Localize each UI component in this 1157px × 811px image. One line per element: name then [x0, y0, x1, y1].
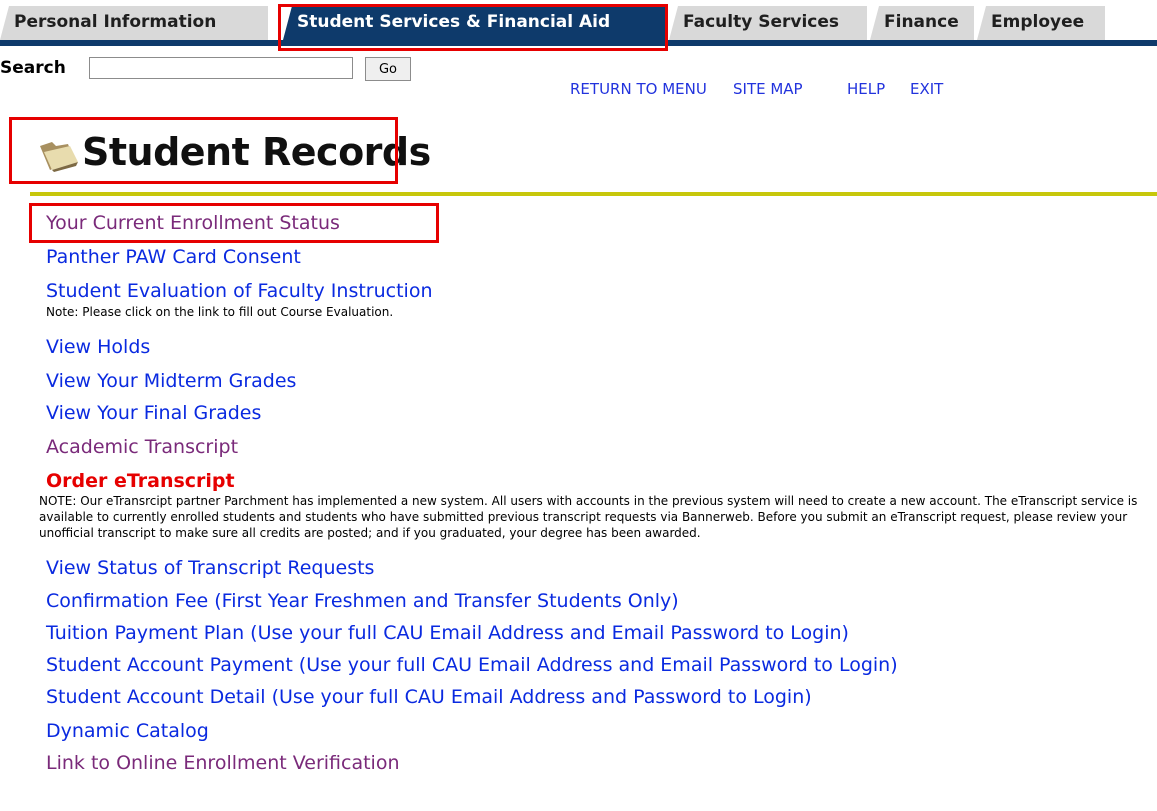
academic-transcript-link[interactable]: Academic Transcript [46, 436, 238, 458]
student-account-detail-link[interactable]: Student Account Detail (Use your full CA… [46, 686, 812, 708]
faculty-evaluation-link[interactable]: Student Evaluation of Faculty Instructio… [46, 280, 433, 302]
enrollment-status-link[interactable]: Your Current Enrollment Status [46, 212, 340, 234]
midterm-grades-link[interactable]: View Your Midterm Grades [46, 370, 296, 392]
page-title: Student Records [82, 130, 431, 174]
final-grades-link[interactable]: View Your Final Grades [46, 402, 261, 424]
confirmation-fee-link[interactable]: Confirmation Fee (First Year Freshmen an… [46, 590, 679, 612]
tuition-payment-plan-link[interactable]: Tuition Payment Plan (Use your full CAU … [46, 622, 849, 644]
view-holds-link[interactable]: View Holds [46, 336, 150, 358]
return-to-menu-link[interactable]: RETURN TO MENU [570, 80, 707, 98]
dynamic-catalog-link[interactable]: Dynamic Catalog [46, 720, 209, 742]
search-input[interactable] [89, 57, 353, 79]
tab-employee[interactable]: Employee [977, 6, 1105, 40]
evaluation-note: Note: Please click on the link to fill o… [46, 305, 394, 319]
tab-bar: Personal Information Student Services & … [0, 6, 1157, 46]
tab-faculty-services[interactable]: Faculty Services [669, 6, 867, 40]
etranscript-note: NOTE: Our eTransrcipt partner Parchment … [39, 494, 1138, 540]
tab-student-services-financial-aid[interactable]: Student Services & Financial Aid [283, 6, 665, 40]
site-map-link[interactable]: SITE MAP [733, 80, 803, 98]
student-account-payment-link[interactable]: Student Account Payment (Use your full C… [46, 654, 898, 676]
tab-underline [0, 40, 1157, 46]
exit-link[interactable]: EXIT [910, 80, 943, 98]
transcript-request-status-link[interactable]: View Status of Transcript Requests [46, 557, 374, 579]
tab-finance[interactable]: Finance [870, 6, 974, 40]
tab-personal-information[interactable]: Personal Information [0, 6, 268, 40]
title-divider [30, 192, 1157, 196]
enrollment-verification-link[interactable]: Link to Online Enrollment Verification [46, 752, 400, 774]
folder-icon [38, 138, 80, 178]
order-etranscript-link[interactable]: Order eTranscript [46, 470, 235, 492]
search-label: Search [0, 58, 66, 78]
go-button[interactable]: Go [365, 57, 411, 81]
help-link[interactable]: HELP [847, 80, 885, 98]
paw-card-consent-link[interactable]: Panther PAW Card Consent [46, 246, 301, 268]
